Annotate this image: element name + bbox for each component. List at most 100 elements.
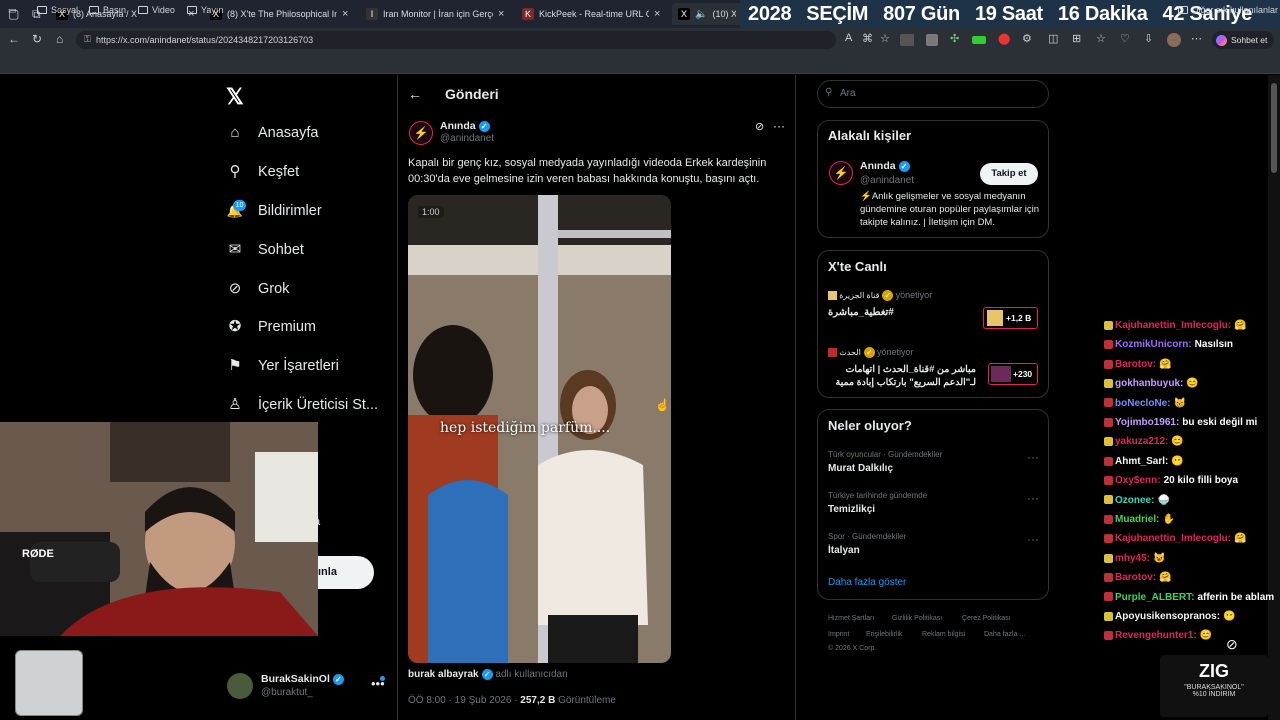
footer-link[interactable]: Daha fazla ... bbox=[984, 631, 1025, 638]
nav-item-grok[interactable]: ⊘ Grok bbox=[226, 280, 290, 298]
speaker-icon[interactable]: 🔈 bbox=[695, 9, 707, 20]
bookmark-folder[interactable]: Sosyal bbox=[37, 5, 78, 15]
divider bbox=[397, 75, 398, 720]
grok-floating-icon[interactable]: ⊘ bbox=[1226, 636, 1238, 653]
page-title: Gönderi bbox=[445, 86, 499, 102]
scrollbar-thumb[interactable] bbox=[1271, 83, 1277, 173]
browser-tab[interactable]: I Iran Monitor | İran için Gerçek Za × bbox=[360, 3, 512, 25]
downloads-icon[interactable]: ⇩ bbox=[1144, 32, 1153, 45]
close-icon[interactable]: × bbox=[654, 8, 660, 20]
close-icon[interactable]: × bbox=[498, 8, 504, 20]
folder-icon bbox=[1178, 6, 1188, 14]
extension-icon[interactable] bbox=[926, 34, 938, 46]
footer-link[interactable]: Hizmet Şartları bbox=[828, 615, 874, 622]
sponsor-logo: ZIG "BURAKSAKINOL" %10 İNDİRİM bbox=[1160, 655, 1268, 717]
reload-icon[interactable]: ↻ bbox=[32, 32, 42, 46]
bookmark-folder[interactable]: Video bbox=[138, 5, 175, 15]
trend-item[interactable]: Spor · Gündemdekiler İtalyan bbox=[828, 532, 906, 556]
extension-icon[interactable]: ✣ bbox=[950, 32, 959, 45]
live-space-title[interactable]: #تغطية_مباشرة bbox=[828, 307, 898, 318]
footer-link[interactable]: Çerez Politikası bbox=[962, 615, 1011, 622]
back-icon[interactable]: ← bbox=[8, 32, 20, 46]
trend-item[interactable]: Türk oyuncular · Gündemdekiler Murat Dalk… bbox=[828, 450, 942, 474]
x-logo[interactable]: 𝕏 bbox=[226, 84, 244, 110]
bookmark-label: Sosyal bbox=[51, 5, 79, 15]
live-host[interactable]: قناة الجزيرة ✓ yönetiyor bbox=[828, 290, 932, 302]
live-space-title[interactable]: مباشر من #قناة_الحدث | اتهامات لـ"الدعم … bbox=[828, 363, 977, 389]
favorite-icon[interactable]: ☆ bbox=[880, 32, 890, 45]
other-bookmarks-folder[interactable]: Diğer sık kullanılanlar bbox=[1178, 5, 1278, 15]
stream-chat-overlay: Kajuhanettin_Imlecoglu: 🤗 KozmikUnicorn: Na… bbox=[1100, 320, 1274, 650]
home-icon[interactable]: ⌂ bbox=[56, 32, 63, 46]
trend-item[interactable]: Türkiye tarihinde gündemde Temizlikçi bbox=[828, 491, 927, 515]
nav-item-bookmarks[interactable]: ⚑ Yer İşaretleri bbox=[226, 357, 339, 375]
browser-tab[interactable]: X(8) X'te The Philosophical Investo× bbox=[204, 3, 356, 25]
tweet-author[interactable]: Anında ✓ bbox=[440, 120, 490, 132]
footer-link[interactable]: Reklam bilgisi bbox=[922, 631, 965, 638]
nav-item-creator-studio[interactable]: ♙ İçerik Üreticisi St... bbox=[226, 396, 378, 414]
profile-avatar[interactable] bbox=[227, 673, 253, 699]
footer-link[interactable]: Gizlilik Politikası bbox=[892, 615, 942, 622]
extension-icon[interactable] bbox=[972, 36, 986, 44]
chat-text: bu eski değil mi bbox=[1182, 417, 1258, 428]
chat-message: gokhanbuyuk: 😊 bbox=[1104, 378, 1199, 389]
notification-badge: 10 bbox=[233, 200, 246, 211]
tweet-handle[interactable]: @anindanet bbox=[440, 133, 494, 144]
folder-icon bbox=[37, 6, 47, 14]
site-info-icon[interactable]: ⚿ bbox=[84, 34, 91, 45]
url-input[interactable]: https://x.com/anindanet/status/202434821… bbox=[76, 31, 836, 49]
folder-icon bbox=[138, 6, 148, 14]
video-attribution[interactable]: burak albayrak ✓ adlı kullanıcıdan bbox=[408, 669, 568, 680]
live-host[interactable]: الحدث ✓ yönetiyor bbox=[828, 347, 914, 359]
bookmark-folder[interactable]: Yayın bbox=[187, 5, 223, 15]
bookmark-folder[interactable]: Basın bbox=[89, 5, 126, 15]
extensions-icon[interactable]: ⚙ bbox=[1022, 32, 1032, 45]
copilot-button[interactable]: Sohbet et bbox=[1212, 31, 1274, 49]
tab-title: (10) X'te bbox=[712, 9, 736, 19]
page-scrollbar[interactable] bbox=[1268, 75, 1280, 720]
author-avatar[interactable]: ⚡ bbox=[409, 121, 433, 145]
trend-name: İtalyan bbox=[828, 545, 860, 556]
tweet-text: Kapalı bir genç kız, sosyal medyada yayı… bbox=[408, 157, 767, 185]
bookmark-label: Yayın bbox=[201, 5, 224, 15]
live-listeners[interactable]: +230 bbox=[988, 363, 1038, 385]
live-listeners[interactable]: +1,2 B bbox=[983, 307, 1038, 329]
split-screen-icon[interactable]: ◫ bbox=[1048, 32, 1058, 45]
footer-link[interactable]: Imprint bbox=[828, 631, 849, 638]
nav-item-home[interactable]: ⌂ Anasayfa bbox=[226, 124, 318, 142]
grok-explain-icon[interactable]: ⊘ bbox=[755, 120, 764, 133]
view-count: 257,2 B bbox=[520, 695, 556, 706]
trend-more-icon[interactable]: ··· bbox=[1027, 450, 1039, 464]
translate-icon[interactable]: ⌘ bbox=[862, 32, 873, 45]
nav-item-premium[interactable]: ✪ Premium bbox=[226, 318, 316, 336]
search-input[interactable]: Ara bbox=[817, 80, 1049, 108]
bookmarks-menu-icon[interactable]: ▭ bbox=[8, 5, 17, 16]
profile-name[interactable]: BurakSakinOl ✓ bbox=[261, 673, 344, 685]
nav-item-chat[interactable]: ✉ Sohbet bbox=[226, 241, 304, 259]
heart-icon[interactable]: ♡ bbox=[1120, 32, 1130, 45]
back-arrow-icon[interactable]: ← bbox=[408, 86, 422, 102]
footer-link[interactable]: Erişilebilirlik bbox=[866, 631, 903, 638]
show-more-link[interactable]: Daha fazla göster bbox=[828, 577, 906, 588]
nav-item-explore[interactable]: ⚲ Keşfet bbox=[226, 163, 300, 181]
tweet-more-icon[interactable]: ··· bbox=[773, 119, 785, 133]
trend-more-icon[interactable]: ··· bbox=[1027, 532, 1039, 546]
extension-icon[interactable]: ⬤ bbox=[998, 32, 1010, 45]
more-menu-icon[interactable]: ⋯ bbox=[1191, 32, 1202, 45]
trend-more-icon[interactable]: ··· bbox=[1027, 491, 1039, 505]
chat-username: KozmikUnicorn: bbox=[1115, 339, 1192, 351]
chat-username: Barotov: bbox=[1115, 572, 1157, 584]
profile-handle: @buraktut_ bbox=[261, 687, 313, 698]
collections-icon[interactable]: ⊞ bbox=[1072, 32, 1081, 45]
extension-icon[interactable] bbox=[900, 34, 914, 46]
favorites-icon[interactable]: ☆ bbox=[1096, 32, 1106, 45]
browser-tab[interactable]: K KickPeek - Real-time URL Crawle × bbox=[516, 3, 668, 25]
close-icon[interactable]: × bbox=[342, 8, 348, 20]
browser-tab-active[interactable]: X 🔈 (10) X'te bbox=[672, 3, 742, 25]
related-avatar[interactable]: ⚡ bbox=[829, 161, 853, 185]
verified-icon: ✓ bbox=[882, 290, 894, 302]
follow-button[interactable]: Takip et bbox=[980, 163, 1038, 185]
related-name[interactable]: Anında ✓ bbox=[860, 160, 910, 172]
avatar[interactable] bbox=[1167, 33, 1181, 47]
read-aloud-icon[interactable]: A bbox=[845, 32, 852, 44]
